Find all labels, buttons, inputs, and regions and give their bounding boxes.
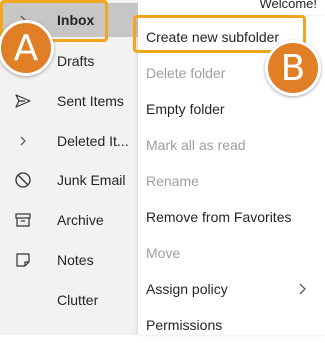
folder-item-clutter[interactable]: Clutter bbox=[0, 283, 138, 317]
menu-item-empty-folder[interactable]: Empty folder bbox=[138, 91, 325, 127]
folder-label: Sent Items bbox=[57, 93, 124, 109]
folder-label: Deleted It... bbox=[57, 133, 129, 149]
welcome-text: Welcome! bbox=[259, 0, 317, 11]
menu-item-remove-from-favorites[interactable]: Remove from Favorites bbox=[138, 199, 325, 235]
menu-item-rename: Rename bbox=[138, 163, 325, 199]
menu-item-label: Rename bbox=[146, 173, 199, 189]
menu-item-label: Remove from Favorites bbox=[146, 209, 292, 225]
menu-item-assign-policy[interactable]: Assign policy bbox=[138, 271, 325, 307]
folder-label: Clutter bbox=[57, 292, 99, 308]
folder-label: Junk Email bbox=[57, 172, 126, 188]
note-icon bbox=[13, 250, 33, 270]
menu-item-label: Mark all as read bbox=[146, 137, 246, 153]
menu-item-mark-all-as-read: Mark all as read bbox=[138, 127, 325, 163]
menu-item-label: Delete folder bbox=[146, 65, 226, 81]
folder-item-sent-items[interactable]: Sent Items bbox=[0, 84, 138, 118]
folder-label: Drafts bbox=[57, 53, 95, 69]
menu-item-move: Move bbox=[138, 235, 325, 271]
folder-item-junk-email[interactable]: Junk Email bbox=[0, 163, 138, 197]
folder-label: Notes bbox=[57, 252, 94, 268]
menu-item-label: Empty folder bbox=[146, 101, 225, 117]
folder-label: Archive bbox=[57, 212, 104, 228]
callout-badge-b: B bbox=[265, 40, 321, 96]
menu-item-label: Permissions bbox=[146, 317, 223, 333]
send-icon bbox=[13, 91, 33, 111]
menu-item-permissions[interactable]: Permissions bbox=[138, 307, 325, 343]
chevron-right-icon[interactable] bbox=[13, 131, 33, 151]
menu-item-label: Move bbox=[146, 245, 181, 261]
folder-item-deleted-items[interactable]: Deleted It... bbox=[0, 124, 138, 158]
block-icon bbox=[13, 170, 33, 190]
folder-item-archive[interactable]: Archive bbox=[0, 203, 138, 237]
chevron-right-icon bbox=[295, 282, 309, 296]
folder-item-notes[interactable]: Notes bbox=[0, 243, 138, 277]
archive-icon bbox=[13, 210, 33, 230]
menu-item-label: Assign policy bbox=[146, 281, 228, 297]
callout-badge-a: A bbox=[0, 20, 54, 76]
